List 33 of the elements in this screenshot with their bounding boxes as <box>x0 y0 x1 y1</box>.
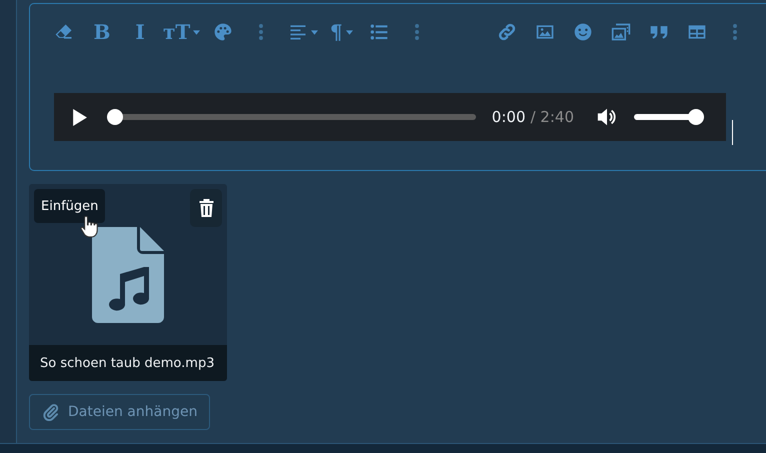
paperclip-icon <box>42 403 60 421</box>
smiley-icon <box>573 22 593 42</box>
more-icon <box>258 23 264 41</box>
media-gallery-icon <box>611 22 631 42</box>
current-time: 0:00 <box>492 108 526 126</box>
list-icon <box>369 22 390 42</box>
link-icon <box>497 22 517 42</box>
trash-icon <box>198 199 214 217</box>
toolbar-button[interactable]: ¶ <box>324 19 358 45</box>
play-button[interactable] <box>72 108 87 126</box>
caret-icon <box>311 30 318 34</box>
delete-button[interactable] <box>190 189 222 227</box>
insert-button[interactable]: Einfügen <box>34 189 106 223</box>
text-cursor <box>732 120 733 145</box>
caret-icon <box>193 30 200 34</box>
play-icon <box>72 108 87 126</box>
toolbar-button[interactable]: ᴛT <box>161 19 202 45</box>
more-icon <box>732 23 738 41</box>
hand-cursor-icon <box>80 216 98 238</box>
editor-box[interactable]: B I ᴛT ¶ 0:00 / 2:40 <box>29 3 766 171</box>
volume-thumb[interactable] <box>688 109 704 125</box>
duration: / 2:40 <box>530 108 574 126</box>
attach-files-button[interactable]: Dateien anhängen <box>29 394 210 430</box>
toolbar-button[interactable]: B <box>85 19 119 45</box>
progress-thumb[interactable] <box>107 109 123 125</box>
volume-button[interactable] <box>596 106 618 128</box>
toolbar-button[interactable]: I <box>123 19 157 45</box>
file-name: So schoen taub demo.mp3 <box>29 345 227 381</box>
audio-file-icon <box>92 227 164 323</box>
more-icon <box>414 23 420 41</box>
palette-icon <box>213 22 234 42</box>
caret-icon <box>346 30 353 34</box>
speaker-icon <box>596 106 618 128</box>
